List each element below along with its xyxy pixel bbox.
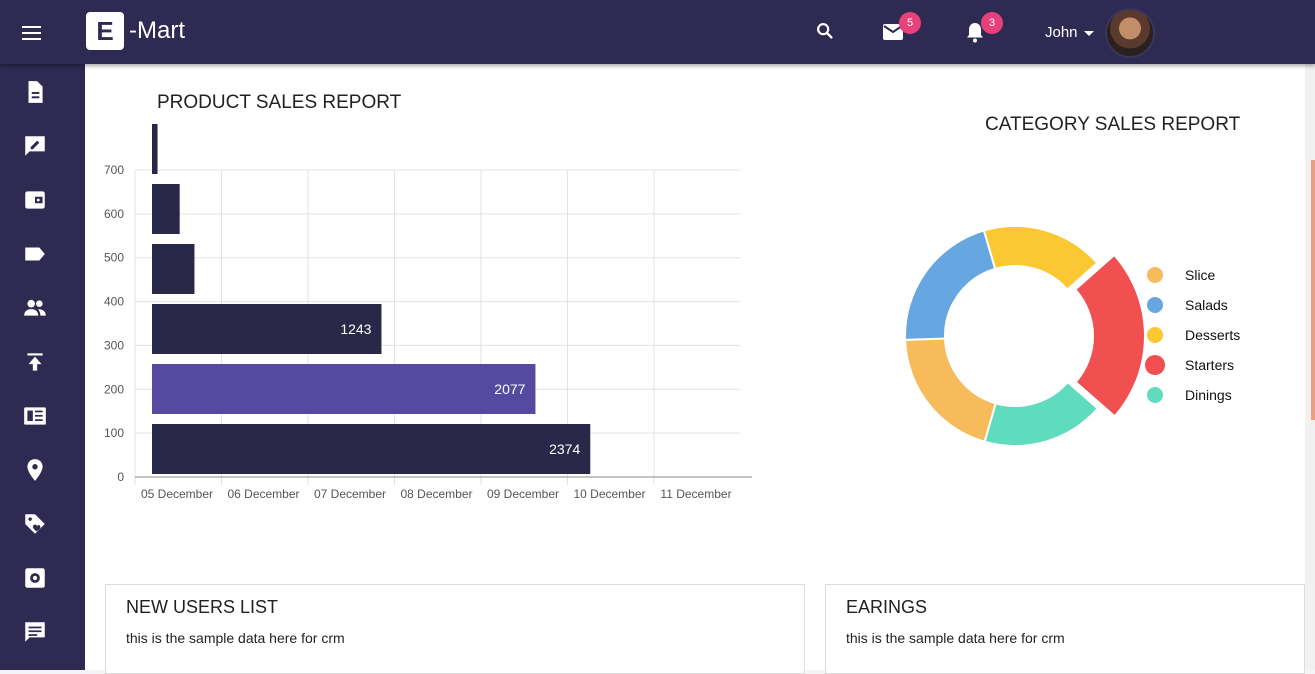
legend-dot <box>1147 297 1163 313</box>
legend-dot <box>1147 387 1163 403</box>
legend-label: Dinings <box>1185 387 1232 403</box>
y-tick-label: 600 <box>104 207 124 221</box>
bar <box>152 364 536 414</box>
chevron-down-icon <box>1083 30 1094 36</box>
x-tick-label: 07 December <box>314 487 386 501</box>
x-tick-label: 05 December <box>141 487 213 501</box>
notifications-button[interactable]: 3 <box>963 12 1003 48</box>
y-tick-label: 300 <box>104 338 124 352</box>
mail-badge: 5 <box>899 12 921 34</box>
y-tick-label: 700 <box>104 163 124 177</box>
logo-icon: E <box>86 12 124 50</box>
donut-slice-starters <box>1073 253 1146 418</box>
earnings-card: EARINGS this is the sample data here for… <box>825 584 1305 674</box>
new-users-card: NEW USERS LIST this is the sample data h… <box>105 584 805 674</box>
app-title: -Mart <box>129 17 185 44</box>
category-sales-title: CATEGORY SALES REPORT <box>985 114 1241 135</box>
donut-slice-desserts <box>982 225 1099 291</box>
donut-slice-dinings <box>983 380 1100 447</box>
new-users-title: NEW USERS LIST <box>126 597 279 617</box>
settings-icon[interactable] <box>22 565 48 591</box>
y-tick-label: 500 <box>104 251 124 265</box>
legend-label: Starters <box>1185 357 1234 373</box>
legend-label: Salads <box>1185 297 1228 313</box>
user-name: John <box>1045 24 1078 41</box>
x-tick-label: 08 December <box>400 487 472 501</box>
earnings-title: EARINGS <box>846 597 928 617</box>
y-tick-label: 400 <box>104 295 124 309</box>
x-tick-label: 06 December <box>227 487 299 501</box>
donut-slice-slice <box>904 337 997 443</box>
bar <box>152 124 158 174</box>
scrollbar-thumb[interactable] <box>1311 160 1315 420</box>
y-tick-label: 200 <box>104 382 124 396</box>
legend-label: Slice <box>1185 267 1216 283</box>
notification-badge: 3 <box>981 12 1003 34</box>
top-navbar: E -Mart 5 3 John <box>0 0 1315 64</box>
x-tick-label: 10 December <box>573 487 645 501</box>
product-sales-chart: 700 600 500 400 300 200 100 0 05 December 06 Dece… <box>104 124 752 501</box>
legend-dot <box>1145 355 1165 375</box>
y-tick-label: 100 <box>104 426 124 440</box>
search-icon[interactable] <box>814 20 842 48</box>
donut-slice-salads <box>904 229 997 341</box>
new-users-text: this is the sample data here for crm <box>126 630 345 646</box>
legend-label: Desserts <box>1185 327 1240 343</box>
x-tick-label: 11 December <box>660 487 731 501</box>
legend-dot <box>1147 267 1163 283</box>
menu-toggle-icon[interactable] <box>22 22 50 44</box>
legend-dot <box>1147 327 1163 343</box>
chat-icon[interactable] <box>22 619 48 645</box>
avatar[interactable] <box>1105 8 1155 58</box>
user-menu[interactable]: John <box>1045 24 1094 41</box>
mail-button[interactable]: 5 <box>881 12 921 48</box>
earnings-text: this is the sample data here for crm <box>846 630 1065 646</box>
bar-data-label: 1243 <box>340 321 371 337</box>
bar <box>152 244 195 294</box>
bar <box>152 184 180 234</box>
bar-data-label: 2077 <box>494 381 525 397</box>
x-tick-label: 09 December <box>487 487 559 501</box>
bar <box>152 424 591 474</box>
bar-data-label: 2374 <box>549 441 580 457</box>
y-tick-label: 0 <box>117 470 124 484</box>
category-sales-chart: Slice Salads Desserts Starters Dinings <box>904 225 1240 447</box>
